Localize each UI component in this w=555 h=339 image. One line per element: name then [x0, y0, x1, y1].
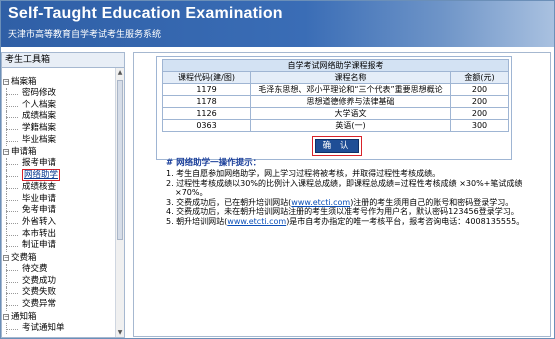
item-label: 网络助学 [22, 169, 61, 182]
group-label: 档案箱 [11, 77, 37, 87]
cell-amount: 200 [450, 107, 509, 120]
table-caption: 自学考试网络助学课程报考 [162, 59, 509, 72]
item-label: 本市转出 [22, 228, 57, 239]
cell-code: 0363 [162, 119, 251, 132]
item-label: 毕业申请 [22, 193, 57, 204]
main-panel: 自学考试网络助学课程报考 课程代码(建/图) 课程名称 金额(元) 1179 毛… [133, 52, 551, 337]
tip-line: 4. 交费成功后，未在朝升培训网站注册的考生须以准考号作为用户名，默认密码123… [166, 207, 519, 217]
tip-text: )注册的考生须用自己的账号和密码登录学习。 [350, 197, 514, 207]
item-label: 个人档案 [22, 99, 57, 110]
tip-line: 3. 交费成功后，已在朝升培训网站(www.etcti.com)注册的考生须用自… [166, 198, 546, 208]
item-label: 成绩档案 [22, 111, 57, 122]
header-banner: Self-Taught Education Examination 天津市高等教… [1, 1, 554, 47]
sidebar-item-score-file[interactable]: 成绩档案 [2, 111, 114, 123]
cell-code: 1179 [162, 83, 251, 96]
item-label: 待交费 [22, 263, 48, 274]
scroll-down-icon[interactable]: ▼ [116, 328, 124, 337]
item-label: 学籍档案 [22, 123, 57, 134]
cell-name: 毛泽东思想、邓小平理论和“三个代表”重要思想概论 [250, 83, 451, 96]
tip-text: )是市自考办指定的唯一考核平台，报考咨询电话：4008135555。 [286, 216, 525, 226]
collapse-icon[interactable]: − [3, 149, 9, 156]
col-header-code: 课程代码(建/图) [162, 71, 251, 84]
sidebar-item-payment-success[interactable]: 交费成功 [2, 275, 114, 288]
table-row: 1178 思想道德修养与法律基础 200 [162, 95, 509, 108]
item-label: 毕业档案 [22, 134, 57, 145]
website-link[interactable]: www.etcti.com [227, 217, 286, 226]
sidebar-heading: 考生工具箱 [2, 53, 124, 68]
cell-amount: 300 [450, 119, 509, 132]
sidebar-item-certificate-apply[interactable]: 制证申请 [2, 240, 114, 252]
table-row: 1179 毛泽东思想、邓小平理论和“三个代表”重要思想概论 200 [162, 83, 509, 96]
col-header-amount: 金额(元) [450, 71, 509, 84]
item-label: 交费失败 [22, 287, 57, 298]
item-label: 考试通知单 [22, 322, 65, 333]
table-row: 1126 大学语文 200 [162, 107, 509, 120]
tips-section: # 网络助学一操作提示： 1. 考生自愿参加网络助学，网上学习过程将被考核，并取… [166, 157, 546, 227]
item-label: 交费异常 [22, 299, 57, 309]
collapse-icon[interactable]: − [3, 313, 9, 320]
col-header-name: 课程名称 [250, 71, 451, 84]
item-label: 制证申请 [22, 240, 57, 251]
group-archive[interactable]: − 档案箱 [2, 76, 114, 88]
cell-name: 英语(一) [250, 119, 451, 132]
cell-code: 1178 [162, 95, 251, 108]
item-label: 成绩核查 [22, 181, 57, 192]
sidebar-item-payment-failed[interactable]: 交费失败 [2, 287, 114, 299]
course-table: 自学考试网络助学课程报考 课程代码(建/图) 课程名称 金额(元) 1179 毛… [162, 59, 509, 132]
group-label: 交费箱 [11, 252, 37, 263]
collapse-icon[interactable]: − [3, 79, 9, 85]
tip-line: 2. 过程性考核成绩以30%的比例计入课程总成绩，即课程总成绩=过程性考核成绩 … [166, 178, 523, 188]
sidebar-item-payment-error[interactable]: 交费异常 [2, 299, 114, 311]
sidebar-tree: − 档案箱 密码修改 个人档案 成绩档案 学籍档案 毕业档案 − 申请箱 报考申请 … [2, 76, 114, 335]
sidebar-item-transfer-out[interactable]: 本市转出 [2, 228, 114, 241]
confirm-button[interactable]: 确 认 [315, 139, 359, 153]
group-label: 通知箱 [11, 311, 37, 322]
collapse-icon[interactable]: − [3, 254, 9, 261]
item-label: 密码修改 [22, 88, 57, 98]
tip-line: 5. 朝升培训网站(www.etcti.com)是市自考办指定的唯一考核平台，报… [166, 217, 546, 227]
cell-amount: 200 [450, 83, 509, 96]
group-payment[interactable]: − 交费箱 [2, 252, 114, 264]
sidebar-item-exempt-apply[interactable]: 免考申请 [2, 205, 114, 217]
cell-amount: 200 [450, 95, 509, 108]
group-label: 申请箱 [11, 147, 37, 158]
item-label: 交费成功 [22, 275, 57, 286]
sidebar-item-score-check[interactable]: 成绩核查 [2, 181, 114, 194]
tip-text: 3. 交费成功后，已在朝升培训网站( [166, 197, 292, 207]
sidebar-item-transfer-in[interactable]: 外省转入 [2, 216, 114, 229]
sidebar-scrollbar[interactable]: ▲ ▼ [115, 68, 124, 337]
item-label: 外省转入 [22, 216, 57, 227]
item-label: 报考申请 [22, 158, 57, 169]
sidebar-item-personal-file[interactable]: 个人档案 [2, 99, 114, 112]
sidebar-item-password[interactable]: 密码修改 [2, 88, 114, 100]
sidebar-item-graduation-apply[interactable]: 毕业申请 [2, 193, 114, 206]
tip-line: ×70%。 [175, 188, 208, 198]
group-apply[interactable]: − 申请箱 [2, 146, 114, 158]
sidebar-item-graduation-file[interactable]: 毕业档案 [2, 134, 114, 147]
sidebar-item-online-study[interactable]: 网络助学 [2, 169, 114, 182]
tips-heading: # 网络助学一操作提示： [166, 158, 262, 168]
group-notice[interactable]: − 通知箱 [2, 311, 114, 323]
app-subtitle: 天津市高等教育自学考试考生服务系统 [8, 30, 162, 40]
scroll-up-icon[interactable]: ▲ [116, 68, 124, 77]
sidebar-item-exam-notice[interactable]: 考试通知单 [2, 322, 114, 335]
tip-line: 1. 考生自愿参加网络助学，网上学习过程将被考核，并取得过程性考核成绩。 [166, 169, 441, 178]
cell-code: 1126 [162, 107, 251, 120]
sidebar: 考生工具箱 − 档案箱 密码修改 个人档案 成绩档案 学籍档案 毕业档案 − 申请箱… [1, 52, 125, 338]
cell-name: 思想道德修养与法律基础 [250, 95, 451, 108]
confirm-highlight: 确 认 [312, 136, 362, 156]
scroll-thumb[interactable] [117, 80, 123, 240]
app-title: Self-Taught Education Examination [8, 5, 283, 22]
cell-name: 大学语文 [250, 107, 451, 120]
item-label: 免考申请 [22, 205, 57, 216]
sidebar-item-pending-payment[interactable]: 待交费 [2, 263, 114, 276]
course-form: 自学考试网络助学课程报考 课程代码(建/图) 课程名称 金额(元) 1179 毛… [156, 56, 512, 160]
sidebar-item-status-file[interactable]: 学籍档案 [2, 123, 114, 135]
table-row: 0363 英语(一) 300 [162, 119, 509, 132]
tip-text: 5. 朝升培训网站( [166, 216, 228, 226]
website-link[interactable]: www.etcti.com [291, 198, 350, 207]
